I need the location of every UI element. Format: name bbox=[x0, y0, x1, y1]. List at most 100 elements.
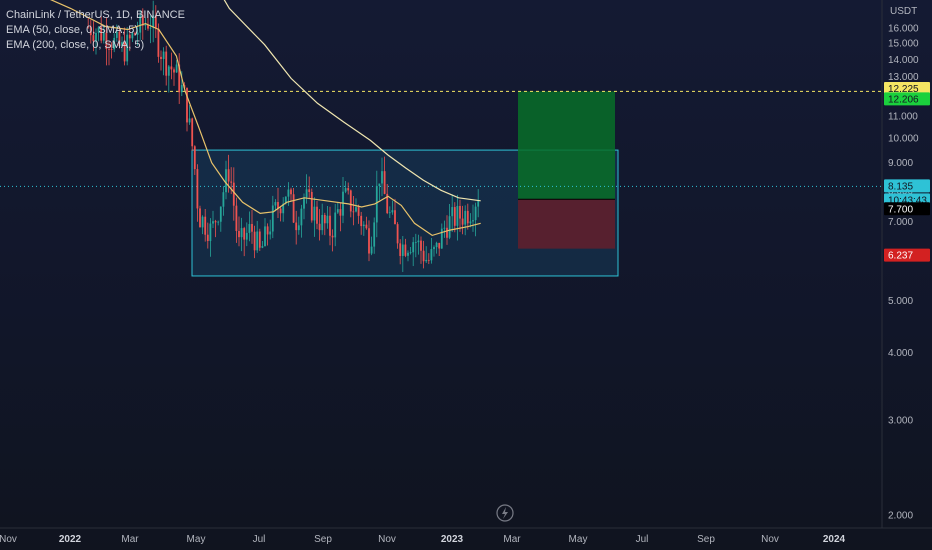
candle-body bbox=[404, 244, 407, 256]
candle-body bbox=[352, 211, 355, 213]
candle-body bbox=[430, 249, 433, 261]
price-tick-label: 3.000 bbox=[888, 416, 913, 427]
candle-body bbox=[199, 208, 201, 228]
candle-body bbox=[323, 214, 326, 224]
price-tick-label: 14.000 bbox=[888, 55, 919, 66]
candle-body bbox=[453, 207, 456, 226]
candle-body bbox=[248, 224, 251, 233]
time-tick-label: Sep bbox=[314, 534, 332, 545]
candle-body bbox=[362, 224, 365, 227]
candle-body bbox=[165, 51, 168, 76]
candle-body bbox=[227, 169, 230, 182]
candle-body bbox=[399, 243, 402, 256]
candle-body bbox=[297, 225, 300, 231]
candle-body bbox=[425, 259, 428, 262]
time-tick-label: May bbox=[187, 534, 206, 545]
candle-body bbox=[412, 242, 415, 253]
price-tick-label: 7.000 bbox=[888, 217, 913, 228]
candle-body bbox=[313, 206, 316, 221]
candle-body bbox=[394, 210, 396, 225]
candle-body bbox=[193, 146, 196, 170]
candle-body bbox=[334, 212, 337, 238]
candle-body bbox=[381, 171, 383, 184]
candle-body bbox=[339, 209, 342, 216]
candle-body bbox=[217, 221, 220, 223]
candle-body bbox=[170, 66, 173, 70]
time-tick-label: 2024 bbox=[823, 534, 846, 545]
time-tick-label: Nov bbox=[378, 534, 396, 545]
candle-body bbox=[214, 221, 217, 223]
candle-body bbox=[206, 234, 209, 242]
price-badge-label: 12.206 bbox=[888, 94, 919, 105]
candle-body bbox=[271, 205, 274, 232]
candle-body bbox=[232, 182, 235, 206]
candle-body bbox=[435, 242, 438, 248]
time-tick-label: May bbox=[569, 534, 588, 545]
candle-body bbox=[274, 202, 277, 206]
candle-body bbox=[212, 221, 214, 224]
candle-body bbox=[266, 226, 269, 235]
candle-body bbox=[469, 221, 472, 224]
price-badge-label: 6.237 bbox=[888, 251, 913, 262]
ema50-legend: EMA (50, close, 0, SMA, 5) bbox=[6, 24, 139, 36]
chart-legend: ChainLink / TetherUS, 1D, BINANCE EMA (5… bbox=[6, 8, 185, 53]
candle-body bbox=[365, 224, 368, 229]
currency-label: USDT bbox=[890, 6, 918, 17]
candle-body bbox=[438, 242, 441, 249]
time-tick-label: Nov bbox=[761, 534, 779, 545]
candle-body bbox=[188, 118, 191, 123]
candle-body bbox=[196, 169, 199, 209]
candle-body bbox=[316, 206, 318, 224]
candle-body bbox=[368, 228, 370, 254]
candle-body bbox=[305, 189, 308, 198]
profit-zone[interactable] bbox=[518, 91, 615, 200]
price-chart[interactable]: 16.00015.00014.00013.00012.00011.00010.0… bbox=[0, 0, 932, 550]
candle-body bbox=[264, 226, 266, 247]
candle-body bbox=[433, 247, 435, 250]
candle-body bbox=[417, 240, 420, 243]
candle-body bbox=[329, 215, 331, 236]
candle-body bbox=[446, 227, 448, 238]
candle-body bbox=[383, 171, 386, 194]
time-tick-label: Sep bbox=[697, 534, 715, 545]
candle-body bbox=[290, 189, 292, 195]
candle-body bbox=[173, 69, 175, 73]
time-tick-label: Jul bbox=[253, 534, 266, 545]
candle-body bbox=[318, 223, 321, 231]
candle-body bbox=[331, 235, 334, 238]
time-tick-label: Mar bbox=[503, 534, 521, 545]
candle-body bbox=[427, 259, 430, 261]
candle-body bbox=[456, 205, 459, 226]
candle-body bbox=[251, 224, 253, 232]
stop-loss-zone[interactable] bbox=[518, 199, 615, 249]
candle-body bbox=[378, 183, 381, 186]
candle-body bbox=[287, 189, 290, 197]
candle-body bbox=[388, 212, 391, 214]
candle-body bbox=[204, 216, 207, 235]
candle-body bbox=[420, 240, 422, 251]
candle-body bbox=[269, 231, 272, 235]
ema200-legend: EMA (200, close, 0, SMA, 5) bbox=[6, 39, 145, 51]
candle-body bbox=[160, 56, 162, 60]
candle-body bbox=[253, 231, 256, 251]
candle-body bbox=[258, 231, 261, 248]
candle-body bbox=[349, 190, 352, 212]
candle-body bbox=[440, 228, 443, 249]
price-tick-label: 5.000 bbox=[888, 296, 913, 307]
time-tick-label: Mar bbox=[121, 534, 139, 545]
candle-body bbox=[225, 169, 227, 193]
chart-area[interactable]: 16.00015.00014.00013.00012.00011.00010.0… bbox=[0, 0, 932, 550]
candle-body bbox=[238, 231, 240, 238]
candle-body bbox=[279, 208, 282, 214]
price-tick-label: 16.000 bbox=[888, 24, 919, 35]
price-tick-label: 10.000 bbox=[888, 134, 919, 145]
candle-body bbox=[295, 222, 298, 231]
candle-body bbox=[245, 232, 248, 240]
candle-body bbox=[310, 191, 313, 221]
candle-body bbox=[292, 194, 295, 223]
candle-body bbox=[180, 85, 183, 93]
candle-body bbox=[243, 228, 246, 240]
candle-body bbox=[464, 210, 467, 225]
price-tick-label: 2.000 bbox=[888, 511, 913, 522]
time-tick-label: Jul bbox=[636, 534, 649, 545]
